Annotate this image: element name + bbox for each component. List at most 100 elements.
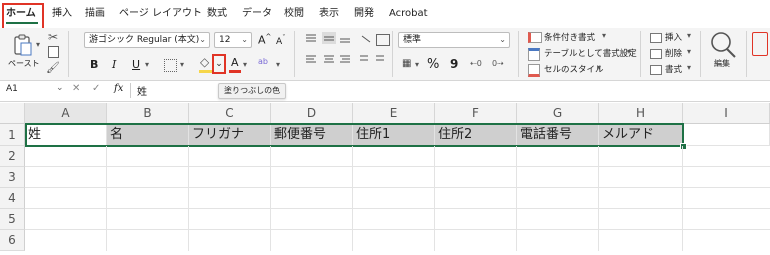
formula-content[interactable]: 姓 [137,83,147,98]
paste-dropdown-icon[interactable]: ▾ [36,40,40,49]
column-header-f[interactable]: F [435,103,517,123]
edit-label: 編集 [714,59,730,68]
delete-button[interactable]: 削除 [665,47,682,59]
decrease-decimal-icon[interactable]: 0⇢ [492,59,504,68]
cell-styles-button[interactable]: セルのスタイル [544,63,604,75]
cell-f1[interactable]: 住所2 [435,124,517,146]
format-painter-icon[interactable]: 🖌 [46,61,60,74]
tab-acrobat[interactable]: Acrobat [389,8,428,20]
ribbon-tab-bar: ホーム 挿入 描画 ページ レイアウト 数式 データ 校閲 表示 開発 Acro… [0,0,770,34]
chevron-down-icon[interactable]: ▾ [687,47,691,56]
paint-bucket-icon[interactable]: ◇ [200,55,209,69]
ribbon-home: ペースト ▾ ✂ 🖌 游ゴシック Regular (本文) ⌄ 12 ⌄ A^ … [0,28,770,81]
tab-review[interactable]: 校閲 [284,8,304,20]
comma-style-button[interactable]: 9 [450,57,458,71]
select-all-corner[interactable] [0,103,25,123]
fill-color-tooltip: 塗りつぶしの色 [218,83,287,99]
row-header-5[interactable]: 5 [0,209,25,230]
column-header-h[interactable]: H [599,103,683,123]
fill-color-swatch [199,70,213,73]
font-size-select[interactable]: 12 ⌄ [214,32,252,48]
acrobat-icon[interactable] [752,32,768,56]
chevron-down-icon: ⌄ [241,35,248,44]
column-header-i[interactable]: I [683,103,770,123]
fill-color-dropdown-button[interactable]: ⌄ [212,54,226,74]
chevron-down-icon[interactable]: ▾ [627,47,631,56]
format-button[interactable]: 書式 [665,63,682,75]
cell-i1[interactable] [683,124,770,146]
column-header-d[interactable]: D [271,103,353,123]
tab-draw[interactable]: 描画 [85,8,105,20]
phonetic-guide-icon[interactable]: ab [258,57,268,66]
column-header-e[interactable]: E [353,103,435,123]
edit-button[interactable] [708,30,738,60]
number-format-value: 標準 [403,35,422,45]
chevron-down-icon[interactable]: ▾ [243,60,247,69]
row-header-1[interactable]: 1 [0,124,25,146]
enter-icon[interactable]: ✓ [92,83,100,94]
tab-formulas[interactable]: 数式 [207,8,227,20]
wrap-text-icon[interactable] [376,34,390,46]
format-table-icon[interactable] [528,48,540,61]
chevron-down-icon[interactable]: ▾ [276,60,280,69]
insert-button[interactable]: 挿入 [665,31,682,43]
row-header-3[interactable]: 3 [0,167,25,188]
chevron-down-icon[interactable]: ▾ [415,60,419,69]
insert-cells-icon[interactable] [650,33,662,43]
format-as-table-button[interactable]: テーブルとして書式設定 [544,47,637,59]
number-format-select[interactable]: 標準 ⌄ [398,32,510,48]
cell-a1[interactable]: 姓 [25,124,107,146]
chevron-down-icon[interactable]: ▾ [687,31,691,40]
column-header-c[interactable]: C [189,103,271,123]
chevron-down-icon[interactable]: ▾ [687,63,691,72]
font-name-select[interactable]: 游ゴシック Regular (本文) ⌄ [84,32,210,48]
conditional-format-icon[interactable] [528,32,542,43]
tab-data[interactable]: データ [242,8,272,20]
column-header-g[interactable]: G [517,103,599,123]
name-box-dropdown-icon[interactable]: ⌄ [56,83,64,93]
cell-c1[interactable]: フリガナ [189,124,271,146]
chevron-down-icon[interactable]: ▾ [145,60,149,69]
paste-button[interactable] [10,32,36,58]
insert-function-button[interactable]: fx [114,83,123,94]
column-header-row: A B C D E F G H I [0,103,770,124]
font-color-button[interactable]: A [231,56,239,69]
cut-icon[interactable]: ✂ [48,30,58,44]
chevron-down-icon[interactable]: ▾ [180,60,184,69]
name-box[interactable]: A1 [6,84,18,94]
increase-decimal-icon[interactable]: ⇠0 [470,59,482,68]
copy-icon[interactable] [48,46,59,58]
grow-font-button[interactable]: A^ [258,33,271,47]
italic-button[interactable]: I [112,58,116,71]
borders-icon[interactable] [164,59,177,72]
cell-styles-icon[interactable] [528,64,540,77]
row-header-6[interactable]: 6 [0,230,25,251]
row-header-2[interactable]: 2 [0,146,25,167]
font-color-swatch [229,70,241,73]
empty-cell-area[interactable] [25,146,770,251]
shrink-font-button[interactable]: Aˇ [276,34,286,47]
currency-icon[interactable]: ▦ [402,58,411,69]
underline-button[interactable]: U [132,58,140,71]
tab-developer[interactable]: 開発 [354,8,374,20]
bold-button[interactable]: B [90,58,98,71]
column-header-a[interactable]: A [25,103,107,123]
cancel-icon[interactable]: ✕ [72,83,80,94]
cell-b1[interactable]: 名 [107,124,189,146]
chevron-down-icon[interactable]: ▾ [602,31,606,40]
paste-label: ペースト [8,59,40,68]
tab-page-layout[interactable]: ページ レイアウト [119,8,202,20]
conditional-format-button[interactable]: 条件付き書式 [544,31,595,43]
cell-e1[interactable]: 住所1 [353,124,435,146]
cell-d1[interactable]: 郵便番号 [271,124,353,146]
cell-g1[interactable]: 電話番号 [517,124,599,146]
tab-insert[interactable]: 挿入 [52,8,72,20]
tab-view[interactable]: 表示 [319,8,339,20]
format-cells-icon[interactable] [650,65,662,75]
row-header-4[interactable]: 4 [0,188,25,209]
chevron-down-icon[interactable]: ▾ [597,63,601,72]
percent-button[interactable]: % [427,57,439,72]
cell-h1[interactable]: メルアド [599,124,683,146]
column-header-b[interactable]: B [107,103,189,123]
delete-cells-icon[interactable] [650,49,662,59]
